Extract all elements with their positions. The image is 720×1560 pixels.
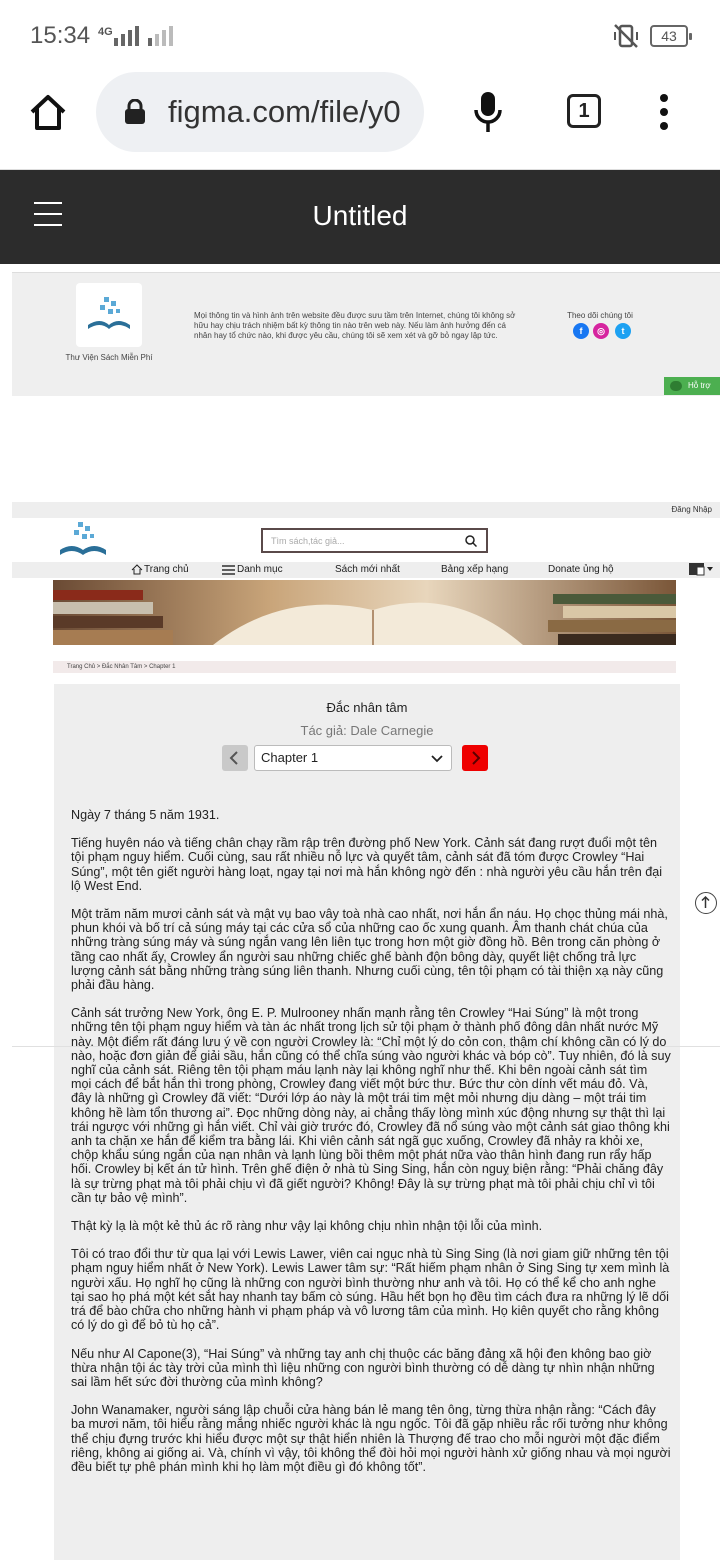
nav-new-books[interactable]: Sách mới nhất (335, 564, 400, 575)
paragraph: John Wanamaker, người sáng lập chuỗi cửa… (71, 1403, 671, 1474)
support-label: Hỗ trợ (688, 381, 711, 390)
status-bar: 15:34 4G 43 (0, 0, 720, 72)
address-bar[interactable]: figma.com/file/y0 (96, 72, 424, 152)
paragraph: Thật kỳ lạ là một kẻ thủ ác rõ ràng như … (71, 1219, 543, 1234)
list-icon (222, 565, 235, 575)
site-footer-frame: Thư Viện Sách Miễn Phí Mọi thông tin và … (12, 272, 720, 396)
twitter-icon[interactable]: t (615, 323, 631, 339)
breadcrumb-book[interactable]: Đắc Nhân Tâm (102, 664, 142, 670)
book-title: Đắc nhân tâm (326, 700, 408, 715)
search-input[interactable] (271, 533, 461, 549)
top-strip: Đăng Nhập (12, 502, 720, 518)
battery-indicator: 43 (650, 25, 692, 47)
translate-icon[interactable] (688, 562, 714, 576)
home-icon[interactable] (28, 92, 68, 132)
home-nav-icon (131, 564, 143, 575)
site-nav: Trang chủ Danh mục Sách mới nhất Bảng xế… (12, 562, 720, 578)
browser-toolbar: figma.com/file/y0 1 (0, 72, 720, 170)
breadcrumb-chapter: Chapter 1 (149, 664, 176, 670)
login-link[interactable]: Đăng Nhập (672, 505, 712, 514)
chapter-select[interactable]: Chapter 1 (254, 745, 452, 771)
nav-catalog[interactable]: Danh mục (237, 564, 283, 575)
scroll-top-button[interactable] (695, 892, 717, 914)
clock: 15:34 (30, 22, 91, 49)
chevron-left-icon (229, 751, 238, 765)
signal-2-icon (148, 26, 173, 46)
book-author: Tác giả: Dale Carnegie (300, 723, 434, 738)
mute-vibrate-icon (614, 24, 638, 48)
figma-header: Untitled (0, 170, 720, 264)
site-logo (76, 283, 142, 347)
more-vert-icon[interactable] (656, 94, 672, 130)
chapter-content: Ngày 7 tháng 5 năm 1931. Tiếng huyên náo… (71, 808, 671, 1488)
breadcrumb: Trang Chủ > Đắc Nhân Tâm > Chapter 1 (53, 661, 676, 673)
site-search (261, 528, 488, 553)
tabs-button[interactable]: 1 (567, 94, 601, 128)
header-logo[interactable] (58, 520, 108, 560)
breadcrumb-home[interactable]: Trang Chủ (67, 664, 95, 670)
site-name: Thư Viện Sách Miễn Phí (65, 353, 153, 362)
next-chapter-button[interactable] (462, 745, 488, 771)
chevron-right-icon (472, 751, 481, 765)
chevron-down-icon (431, 755, 443, 763)
paragraph: Cảnh sát trưởng New York, ông E. P. Mulr… (71, 1006, 671, 1205)
instagram-icon[interactable]: ◎ (593, 323, 609, 339)
network-type: 4G (98, 26, 113, 38)
paragraph: Nếu như Al Capone(3), “Hai Súng” và nhữn… (71, 1346, 655, 1389)
nav-home[interactable]: Trang chủ (144, 564, 189, 575)
lock-icon (125, 99, 145, 124)
paragraph: Một trăm năm mươi cảnh sát và mật vụ bao… (71, 907, 668, 993)
chapter-reader: Đắc nhân tâm Tác giả: Dale Carnegie Chap… (54, 684, 680, 1560)
nav-ranking[interactable]: Bảng xếp hạng (441, 564, 508, 575)
paragraph: Tiếng huyên náo và tiếng chân chạy rầm r… (71, 836, 663, 893)
chat-icon (670, 381, 682, 391)
mic-icon[interactable] (472, 90, 504, 134)
file-title: Untitled (312, 200, 408, 231)
support-button[interactable]: Hỗ trợ (664, 377, 720, 395)
search-icon[interactable] (465, 535, 477, 547)
frame-divider (12, 1046, 720, 1047)
url-text: figma.com/file/y0 (168, 94, 401, 129)
follow-label: Theo dõi chúng tôi (567, 311, 633, 320)
arrow-up-icon (701, 895, 710, 908)
signal-icon (114, 26, 139, 46)
paragraph: Ngày 7 tháng 5 năm 1931. (71, 808, 220, 822)
banner-image (53, 580, 676, 645)
nav-donate[interactable]: Donate ủng hộ (548, 564, 614, 575)
paragraph: Tôi có trao đổi thư từ qua lại với Lewis… (71, 1247, 670, 1333)
disclaimer-text: Mọi thông tin và hình ảnh trên website đ… (194, 311, 516, 340)
facebook-icon[interactable]: f (573, 323, 589, 339)
chapter-select-value: Chapter 1 (261, 750, 319, 765)
prev-chapter-button[interactable] (222, 745, 248, 771)
